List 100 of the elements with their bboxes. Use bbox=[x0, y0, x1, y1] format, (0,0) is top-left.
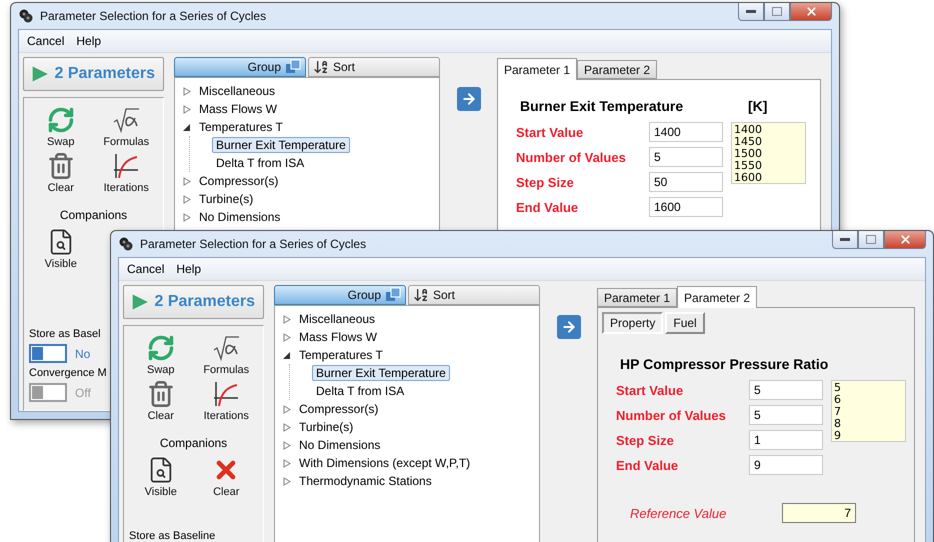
toggle-switch[interactable] bbox=[29, 344, 67, 363]
tab[interactable]: Parameter 2 bbox=[677, 286, 758, 308]
view-button[interactable]: Group bbox=[274, 285, 406, 305]
input-field[interactable]: 1400 bbox=[649, 122, 723, 142]
maximize-button[interactable] bbox=[858, 231, 884, 249]
toggle-switch[interactable] bbox=[29, 383, 67, 402]
tab[interactable]: Parameter 2 bbox=[577, 60, 658, 79]
square-root-icon bbox=[112, 106, 140, 134]
collapsed-triangle-icon[interactable] bbox=[183, 104, 191, 114]
arrow-right-icon bbox=[460, 91, 476, 107]
tree-item[interactable]: Delta T from ISA bbox=[212, 155, 308, 171]
menu-item[interactable]: Cancel bbox=[127, 262, 164, 276]
tree-item[interactable]: Turbine(s) bbox=[195, 191, 258, 207]
input-field[interactable]: 5 bbox=[749, 405, 823, 425]
tool-button[interactable]: Clear bbox=[28, 152, 94, 194]
minimize-button[interactable] bbox=[832, 231, 858, 249]
field-label: End Value bbox=[516, 200, 580, 214]
parameter-heading: Burner Exit Temperature bbox=[520, 98, 684, 114]
tool-button[interactable]: Visible bbox=[128, 456, 194, 498]
input-field[interactable]: 7 bbox=[782, 503, 856, 523]
tree-item[interactable]: With Dimensions (except W,P,T) bbox=[295, 455, 474, 471]
sub-tab[interactable]: Fuel bbox=[665, 312, 705, 334]
maximize-button[interactable] bbox=[764, 3, 790, 21]
curve-chart-icon bbox=[112, 152, 140, 180]
tool-button[interactable]: Swap bbox=[128, 334, 194, 376]
tree-item[interactable]: Miscellaneous bbox=[195, 83, 280, 99]
section-label: Companions bbox=[158, 436, 228, 450]
parameter-heading: HP Compressor Pressure Ratio bbox=[620, 356, 830, 372]
tool-button[interactable]: Formulas bbox=[94, 106, 159, 148]
tool-button[interactable]: Clear bbox=[128, 380, 194, 422]
app-icon bbox=[118, 236, 134, 252]
field-label: Number of Values bbox=[516, 150, 627, 164]
tool-button[interactable]: Formulas bbox=[194, 334, 259, 376]
tree-item[interactable]: Compressor(s) bbox=[195, 173, 282, 189]
tree-item[interactable]: Temperatures T bbox=[295, 347, 387, 363]
expanded-triangle-icon[interactable] bbox=[283, 350, 291, 360]
collapsed-triangle-icon[interactable] bbox=[283, 458, 291, 468]
collapsed-triangle-icon[interactable] bbox=[183, 194, 191, 204]
list-value: 7 bbox=[834, 406, 842, 418]
menu-item[interactable]: Help bbox=[76, 34, 102, 48]
trash-icon bbox=[46, 152, 75, 180]
tool-button[interactable]: Visible bbox=[28, 228, 94, 270]
window-title: Parameter Selection for a Series of Cycles bbox=[140, 237, 368, 251]
close-button[interactable] bbox=[790, 3, 832, 21]
tree-item[interactable]: Delta T from ISA bbox=[312, 383, 408, 399]
collapsed-triangle-icon[interactable] bbox=[183, 212, 191, 222]
field-label: Step Size bbox=[616, 432, 675, 448]
close-icon bbox=[898, 233, 912, 246]
arrow-button[interactable] bbox=[556, 315, 580, 339]
tab[interactable]: Parameter 1 bbox=[597, 288, 678, 307]
tree-item[interactable]: No Dimensions bbox=[295, 437, 384, 453]
arrow-button[interactable] bbox=[456, 87, 480, 111]
input-field[interactable]: 1 bbox=[749, 430, 823, 450]
input-field[interactable]: 9 bbox=[749, 455, 823, 475]
field-label: Step Size bbox=[516, 174, 575, 190]
collapsed-triangle-icon[interactable] bbox=[283, 332, 291, 342]
view-button[interactable]: Sort bbox=[408, 285, 540, 305]
tree-item[interactable]: Mass Flows W bbox=[195, 101, 281, 117]
tree-item[interactable]: No Dimensions bbox=[195, 209, 284, 225]
tree-item[interactable]: Miscellaneous bbox=[295, 311, 380, 327]
collapsed-triangle-icon[interactable] bbox=[183, 176, 191, 186]
collapsed-triangle-icon[interactable] bbox=[283, 404, 291, 414]
menu-item[interactable]: Help bbox=[176, 262, 202, 276]
tool-button[interactable]: Iterations bbox=[94, 152, 159, 194]
tree-item[interactable]: Burner Exit Temperature bbox=[212, 137, 350, 153]
list-value: 1500 bbox=[734, 148, 763, 160]
input-field[interactable]: 5 bbox=[749, 380, 823, 400]
tree-item[interactable]: Mass Flows W bbox=[295, 329, 381, 345]
list-value: 1550 bbox=[734, 160, 763, 172]
tree-item[interactable]: Temperatures T bbox=[195, 119, 287, 135]
collapsed-triangle-icon[interactable] bbox=[283, 476, 291, 486]
collapsed-triangle-icon[interactable] bbox=[283, 440, 291, 450]
tree-item[interactable]: Turbine(s) bbox=[295, 419, 358, 435]
expanded-triangle-icon[interactable] bbox=[183, 122, 191, 132]
tree-item[interactable]: Burner Exit Temperature bbox=[312, 365, 450, 381]
collapsed-triangle-icon[interactable] bbox=[183, 86, 191, 96]
sub-tab[interactable]: Property bbox=[602, 312, 664, 334]
menu-item[interactable]: Cancel bbox=[27, 34, 64, 48]
tool-button[interactable]: Iterations bbox=[194, 380, 259, 422]
tree-item[interactable]: Compressor(s) bbox=[295, 401, 382, 417]
input-field[interactable]: 1600 bbox=[649, 197, 723, 217]
collapsed-triangle-icon[interactable] bbox=[283, 314, 291, 324]
collapsed-triangle-icon[interactable] bbox=[283, 422, 291, 432]
tab[interactable]: Parameter 1 bbox=[497, 58, 578, 80]
minimize-button[interactable] bbox=[738, 3, 764, 21]
tool-button[interactable]: Clear bbox=[194, 456, 259, 498]
curve-chart-icon bbox=[212, 380, 240, 408]
unit-label: [K] bbox=[748, 98, 768, 114]
input-field[interactable]: 5 bbox=[649, 147, 723, 167]
view-button[interactable]: Sort bbox=[308, 57, 440, 77]
input-field[interactable]: 50 bbox=[649, 172, 723, 192]
close-button[interactable] bbox=[884, 231, 926, 249]
setting-label: Store as Baseline bbox=[129, 530, 216, 542]
list-value: 5 bbox=[834, 382, 842, 394]
list-value: 6 bbox=[834, 394, 842, 406]
list-value: 9 bbox=[834, 430, 842, 441]
field-label: Number of Values bbox=[616, 408, 727, 422]
tool-button[interactable]: Swap bbox=[28, 106, 94, 148]
tree-item[interactable]: Thermodynamic Stations bbox=[295, 473, 436, 489]
view-button[interactable]: Group bbox=[174, 57, 306, 77]
